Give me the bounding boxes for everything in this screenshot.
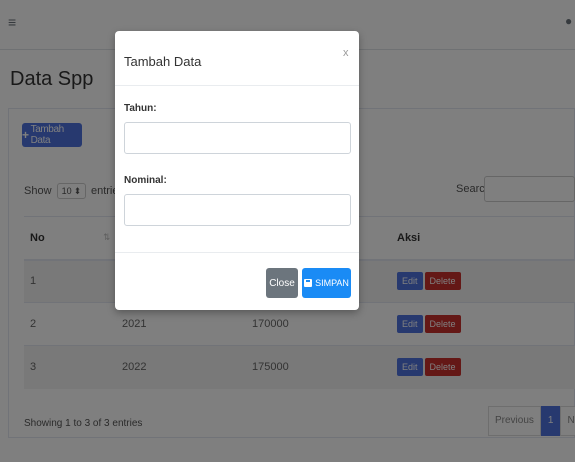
add-data-modal: Tambah Data x Tahun: Nominal: Close SIMP… bbox=[115, 31, 359, 310]
save-icon bbox=[304, 279, 313, 287]
save-button[interactable]: SIMPAN bbox=[302, 268, 351, 298]
nominal-label: Nominal: bbox=[124, 175, 167, 186]
tahun-input[interactable] bbox=[124, 122, 351, 154]
close-button[interactable]: Close bbox=[266, 268, 298, 298]
close-icon[interactable]: x bbox=[343, 47, 349, 59]
nominal-input[interactable] bbox=[124, 194, 351, 226]
modal-header: Tambah Data x bbox=[115, 31, 359, 86]
modal-footer: Close SIMPAN bbox=[115, 252, 359, 310]
save-label: SIMPAN bbox=[315, 278, 349, 288]
tahun-label: Tahun: bbox=[124, 103, 157, 114]
modal-title: Tambah Data bbox=[124, 54, 202, 69]
